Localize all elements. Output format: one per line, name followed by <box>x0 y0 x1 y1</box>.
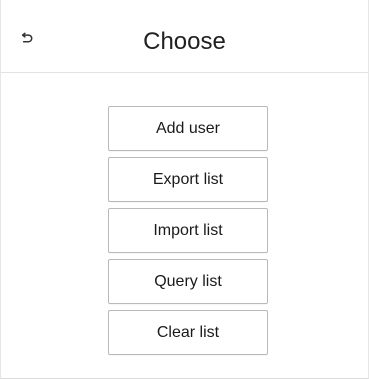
clear-list-button[interactable]: Clear list <box>108 310 268 355</box>
add-user-button[interactable]: Add user <box>108 106 268 151</box>
export-list-button[interactable]: Export list <box>108 157 268 202</box>
page-title: Choose <box>143 28 226 55</box>
query-list-button[interactable]: Query list <box>108 259 268 304</box>
choose-screen: Choose Add user Export list Import list … <box>0 0 369 379</box>
choose-menu: Add user Export list Import list Query l… <box>108 106 268 361</box>
header-bar: Choose <box>1 0 368 73</box>
import-list-button[interactable]: Import list <box>108 208 268 253</box>
